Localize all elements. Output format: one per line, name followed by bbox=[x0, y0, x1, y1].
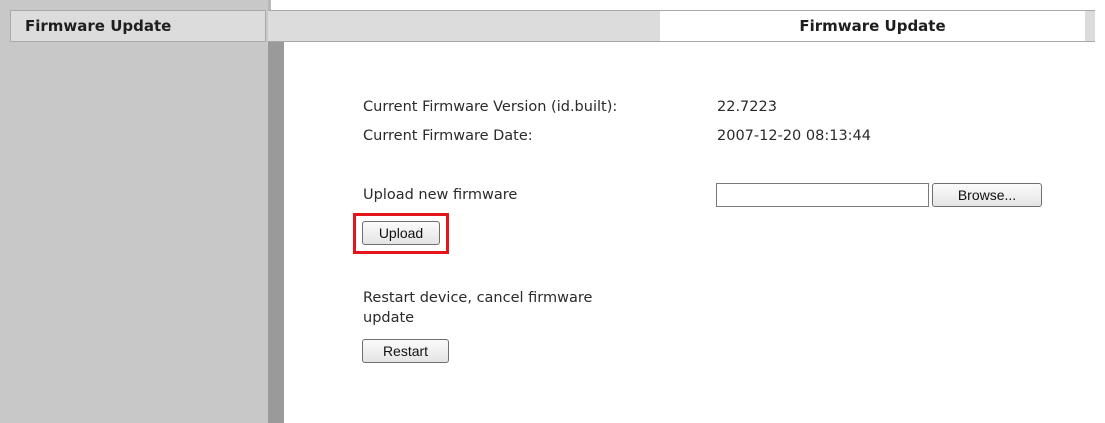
sidebar-title[interactable]: Firmware Update bbox=[10, 10, 266, 42]
content-divider bbox=[268, 42, 284, 423]
restart-label-line1: Restart device, cancel firmware bbox=[363, 290, 593, 306]
upload-button[interactable]: Upload bbox=[362, 221, 440, 245]
upload-firmware-label: Upload new firmware bbox=[363, 187, 518, 203]
page-title: Firmware Update bbox=[660, 10, 1085, 42]
browse-button[interactable]: Browse... bbox=[932, 183, 1042, 207]
firmware-version-label: Current Firmware Version (id.built): bbox=[363, 99, 618, 115]
sidebar bbox=[0, 0, 271, 423]
restart-button[interactable]: Restart bbox=[362, 339, 449, 363]
firmware-date-value: 2007-12-20 08:13:44 bbox=[717, 128, 871, 144]
firmware-date-label: Current Firmware Date: bbox=[363, 128, 533, 144]
header-bar-end bbox=[1085, 10, 1095, 42]
firmware-version-value: 22.7223 bbox=[717, 99, 777, 115]
restart-label-line2: update bbox=[363, 310, 415, 326]
firmware-file-input[interactable] bbox=[716, 183, 929, 207]
